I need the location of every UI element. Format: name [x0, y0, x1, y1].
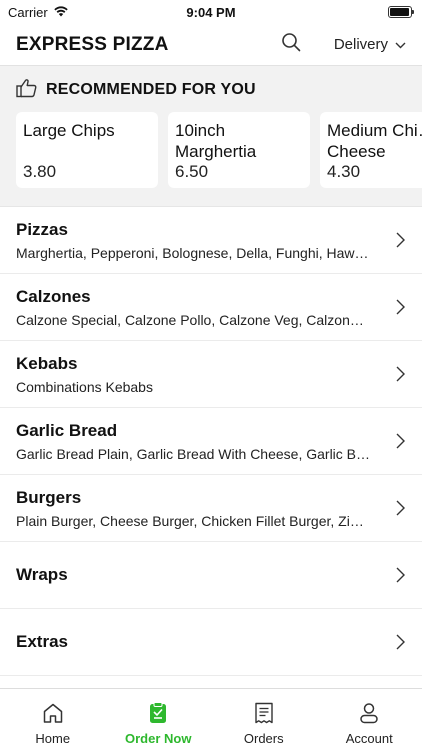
category-text: Extras — [16, 632, 374, 652]
recommended-title: RECOMMENDED FOR YOU — [46, 81, 256, 98]
recommended-card-name: 10inch Marghertia — [175, 121, 257, 161]
category-text: Burgers Plain Burger, Cheese Burger, Chi… — [16, 488, 374, 529]
recommended-header: RECOMMENDED FOR YOU — [0, 78, 422, 102]
battery-icon — [388, 6, 414, 18]
category-name: Wraps — [16, 565, 68, 584]
recommended-card[interactable]: Medium Chi… Cheese 4.30 — [320, 112, 422, 188]
search-button[interactable] — [276, 30, 306, 60]
tab-order-now[interactable]: Order Now — [106, 689, 212, 750]
category-row-kebabs[interactable]: Kebabs Combinations Kebabs — [0, 341, 422, 408]
category-text: Wraps — [16, 565, 374, 585]
category-name: Calzones — [16, 286, 91, 306]
recommended-card-name: Medium Chi… Cheese — [327, 121, 422, 161]
category-name: Extras — [16, 632, 68, 651]
order-icon — [149, 702, 167, 727]
chevron-right-icon — [392, 431, 408, 451]
chevron-right-icon — [392, 297, 408, 317]
category-list: Pizzas Marghertia, Pepperoni, Bolognese,… — [0, 207, 422, 676]
delivery-mode-label: Delivery — [333, 36, 388, 53]
delivery-mode-select[interactable]: Delivery — [334, 36, 406, 53]
recommended-section: RECOMMENDED FOR YOU Large Chips 3.80 10i… — [0, 66, 422, 207]
carrier-label: Carrier — [8, 4, 48, 20]
tab-label: Home — [35, 731, 71, 746]
category-row-calzones[interactable]: Calzones Calzone Special, Calzone Pollo,… — [0, 274, 422, 341]
recommended-card-price: 4.30 — [327, 162, 361, 181]
chevron-right-icon — [392, 364, 408, 384]
receipt-icon — [254, 702, 274, 727]
app-header: EXPRESS PIZZA Delivery — [0, 24, 422, 66]
category-items: Calzone Special, Calzone Pollo, Calzone … — [16, 311, 371, 328]
tab-account[interactable]: Account — [317, 689, 422, 750]
status-left: Carrier — [8, 5, 69, 20]
category-row-garlic-bread[interactable]: Garlic Bread Garlic Bread Plain, Garlic … — [0, 408, 422, 475]
recommended-card-price: 3.80 — [23, 162, 57, 181]
category-text: Garlic Bread Garlic Bread Plain, Garlic … — [16, 421, 374, 462]
category-name: Pizzas — [16, 219, 68, 239]
category-items: Combinations Kebabs — [16, 378, 153, 395]
chevron-right-icon — [392, 632, 408, 652]
wifi-icon — [53, 5, 69, 20]
category-text: Calzones Calzone Special, Calzone Pollo,… — [16, 287, 374, 328]
person-icon — [358, 702, 380, 727]
recommended-card[interactable]: 10inch Marghertia 6.50 — [168, 112, 310, 188]
search-icon — [281, 32, 301, 57]
category-row-extras[interactable]: Extras — [0, 609, 422, 676]
chevron-right-icon — [392, 498, 408, 518]
tab-home[interactable]: Home — [0, 689, 106, 750]
category-text: Kebabs Combinations Kebabs — [16, 354, 374, 395]
recommended-card[interactable]: Large Chips 3.80 — [16, 112, 158, 188]
category-items: Marghertia, Pepperoni, Bolognese, Della,… — [16, 244, 369, 261]
category-name: Burgers — [16, 487, 82, 507]
category-items: Garlic Bread Plain, Garlic Bread With Ch… — [16, 445, 371, 462]
category-row-pizzas[interactable]: Pizzas Marghertia, Pepperoni, Bolognese,… — [0, 207, 422, 274]
chevron-right-icon — [392, 230, 408, 250]
tab-orders[interactable]: Orders — [211, 689, 317, 750]
tab-label: Account — [345, 731, 393, 746]
bottom-tab-bar: Home Order Now Orders Account — [0, 688, 422, 750]
status-bar: Carrier 9:04 PM — [0, 0, 422, 24]
app-title: EXPRESS PIZZA — [16, 33, 169, 55]
recommended-card-name: Large Chips — [23, 121, 115, 140]
category-name: Garlic Bread — [16, 420, 118, 440]
category-name: Kebabs — [16, 353, 78, 373]
chevron-right-icon — [392, 565, 408, 585]
tab-label: Orders — [243, 731, 284, 746]
category-items: Plain Burger, Cheese Burger, Chicken Fil… — [16, 512, 371, 529]
home-icon — [42, 702, 64, 727]
thumbs-up-icon — [16, 78, 37, 103]
battery-level — [390, 8, 409, 16]
recommended-carousel[interactable]: Large Chips 3.80 10inch Marghertia 6.50 … — [0, 112, 422, 188]
tab-label: Order Now — [125, 731, 192, 746]
recommended-card-price: 6.50 — [175, 162, 209, 181]
category-row-burgers[interactable]: Burgers Plain Burger, Cheese Burger, Chi… — [0, 475, 422, 542]
category-text: Pizzas Marghertia, Pepperoni, Bolognese,… — [16, 220, 374, 261]
chevron-down-icon — [395, 36, 406, 53]
category-row-wraps[interactable]: Wraps — [0, 542, 422, 609]
